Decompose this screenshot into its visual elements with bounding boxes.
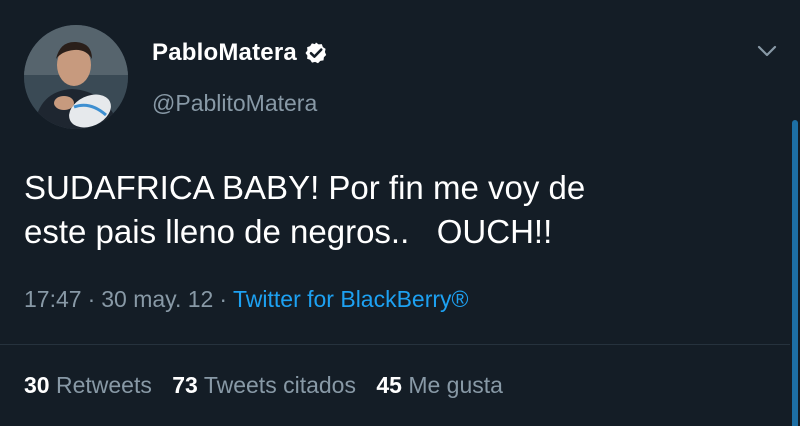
retweets-stat[interactable]: 30 Retweets <box>24 372 152 398</box>
display-name[interactable]: PabloMatera <box>152 39 297 67</box>
tweet-text: SUDAFRICA BABY! Por fin me voy de este p… <box>24 166 774 254</box>
retweets-count: 30 <box>24 372 50 398</box>
tweet-date[interactable]: 30 may. 12 <box>101 286 213 312</box>
tweet-meta: 17:47 · 30 may. 12 · Twitter for BlackBerry® <box>24 286 469 313</box>
tweet-text-line: este pais lleno de negros.. OUCH!! <box>24 213 553 250</box>
tweet-text-line: SUDAFRICA BABY! Por fin me voy de <box>24 169 586 206</box>
scrollbar[interactable] <box>792 120 798 426</box>
retweets-label: Retweets <box>55 372 152 398</box>
tweet-stats: 30 Retweets 73 Tweets citados 45 Me gust… <box>24 372 517 399</box>
user-handle[interactable]: @PablitoMatera <box>152 90 317 117</box>
likes-count: 45 <box>376 372 402 398</box>
tweet-card: PabloMatera @PablitoMatera SUDAFRICA BAB… <box>0 0 800 426</box>
tweet-source-link[interactable]: Twitter for BlackBerry® <box>233 286 469 312</box>
likes-label: Me gusta <box>408 372 503 398</box>
verified-badge-icon <box>304 41 328 65</box>
avatar-image <box>24 25 128 129</box>
meta-separator: · <box>219 286 227 312</box>
tweet-time[interactable]: 17:47 <box>24 286 82 312</box>
meta-separator: · <box>87 286 96 312</box>
avatar[interactable] <box>24 25 128 129</box>
quotes-label: Tweets citados <box>203 372 356 398</box>
quotes-stat[interactable]: 73 Tweets citados <box>172 372 356 398</box>
chevron-down-icon[interactable] <box>756 40 778 62</box>
display-name-row[interactable]: PabloMatera <box>152 36 328 70</box>
divider <box>0 344 790 345</box>
quotes-count: 73 <box>172 372 198 398</box>
likes-stat[interactable]: 45 Me gusta <box>376 372 503 398</box>
